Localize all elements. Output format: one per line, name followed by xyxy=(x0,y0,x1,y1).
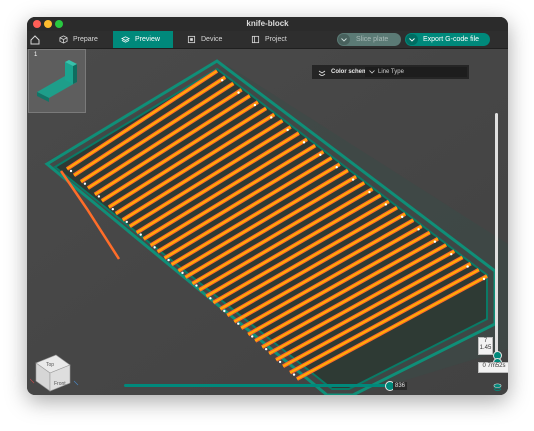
layer-slider-track[interactable] xyxy=(495,113,498,363)
top-layer-height: 1.45 xyxy=(479,345,492,351)
seam-marker xyxy=(417,228,420,231)
color-scheme-legend[interactable]: Color scheme Line Type xyxy=(312,65,469,79)
top-layer-label: 7 1.45 xyxy=(478,337,493,355)
seam-marker xyxy=(302,141,306,144)
toolpath-canvas[interactable] xyxy=(27,49,508,395)
collapse-icon xyxy=(318,70,326,76)
seam-marker xyxy=(482,277,486,281)
seam-marker xyxy=(270,116,273,119)
seam-marker xyxy=(286,128,289,132)
seam-marker xyxy=(253,103,257,107)
home-button[interactable] xyxy=(27,31,43,48)
bottom-layer-number: 0 xyxy=(482,363,486,369)
view-cube-front: Front xyxy=(54,381,66,387)
seam-marker xyxy=(384,203,388,206)
seam-marker xyxy=(292,373,296,376)
seam-marker xyxy=(237,91,240,94)
seam-marker xyxy=(209,297,212,300)
seam-marker xyxy=(223,309,226,313)
layers-stack-icon[interactable] xyxy=(493,383,502,392)
seam-marker xyxy=(264,347,268,351)
move-slider-track[interactable] xyxy=(124,384,390,387)
seam-marker xyxy=(195,284,198,287)
seam-marker xyxy=(251,335,254,338)
color-scheme-value: Line Type xyxy=(378,69,404,75)
device-icon xyxy=(187,35,196,44)
seam-marker xyxy=(125,220,128,224)
slice-dropdown-button[interactable] xyxy=(338,34,350,45)
tab-project-label: Project xyxy=(265,36,287,43)
chevron-down-icon xyxy=(341,37,347,42)
layers-icon xyxy=(121,35,130,44)
bottom-layer-label: 0 7m52s xyxy=(478,362,508,373)
export-gcode-button[interactable]: Export G-code file xyxy=(405,33,490,46)
seam-marker xyxy=(153,246,156,249)
seam-marker xyxy=(97,195,101,198)
seam-marker xyxy=(368,190,371,194)
seam-marker xyxy=(181,271,184,275)
seam-marker xyxy=(319,153,322,156)
export-dropdown-button[interactable] xyxy=(406,34,418,45)
print-time: 7m52s xyxy=(487,363,506,369)
tab-preview[interactable]: Preview xyxy=(113,31,173,48)
seam-marker xyxy=(167,258,170,262)
seam-marker xyxy=(450,252,453,256)
seam-marker xyxy=(278,360,282,364)
tab-device[interactable]: Device xyxy=(187,31,247,48)
move-slider-value: 836 xyxy=(393,382,408,390)
seam-marker xyxy=(335,165,338,169)
plate-preview-icon xyxy=(37,60,77,102)
plate-thumbnail[interactable]: 1 xyxy=(28,49,86,113)
slice-plate-label: Slice plate xyxy=(356,36,389,43)
view-cube-top: Top xyxy=(46,362,54,368)
seam-marker xyxy=(139,233,142,236)
export-gcode-label: Export G-code file xyxy=(423,36,480,43)
tab-device-label: Device xyxy=(201,36,223,43)
tab-project[interactable]: Project xyxy=(251,31,311,48)
seam-marker xyxy=(220,79,224,82)
window-title: knife-block xyxy=(246,19,289,28)
tab-preview-label: Preview xyxy=(135,36,160,43)
seam-marker xyxy=(351,178,355,181)
seam-marker xyxy=(111,207,115,211)
app-window: knife-block Prepare Preview Device Proje… xyxy=(27,17,508,395)
seam-marker xyxy=(400,215,404,219)
color-scheme-select[interactable]: Line Type xyxy=(365,67,467,77)
title-bar: knife-block xyxy=(27,17,508,31)
slice-plate-button[interactable]: Slice plate xyxy=(337,33,401,46)
seam-marker xyxy=(83,182,87,185)
project-icon xyxy=(251,35,260,44)
tab-prepare-label: Prepare xyxy=(73,36,98,43)
seam-marker xyxy=(466,265,469,268)
main-toolbar: Prepare Preview Device Project Slice pla… xyxy=(27,31,508,49)
seam-marker xyxy=(69,169,73,173)
seam-marker xyxy=(433,240,437,243)
tab-prepare[interactable]: Prepare xyxy=(53,31,119,48)
preview-viewport[interactable]: 1 Color scheme Line Type 7 1.45 0 7m52s … xyxy=(27,49,508,395)
view-cube[interactable]: Top Front xyxy=(29,343,90,393)
top-layer-number: 7 xyxy=(483,338,488,344)
seam-marker xyxy=(237,322,240,325)
cube-outline-icon xyxy=(59,35,68,44)
chevron-down-icon xyxy=(409,37,415,42)
home-icon xyxy=(30,34,40,44)
chevron-down-icon xyxy=(369,70,375,74)
